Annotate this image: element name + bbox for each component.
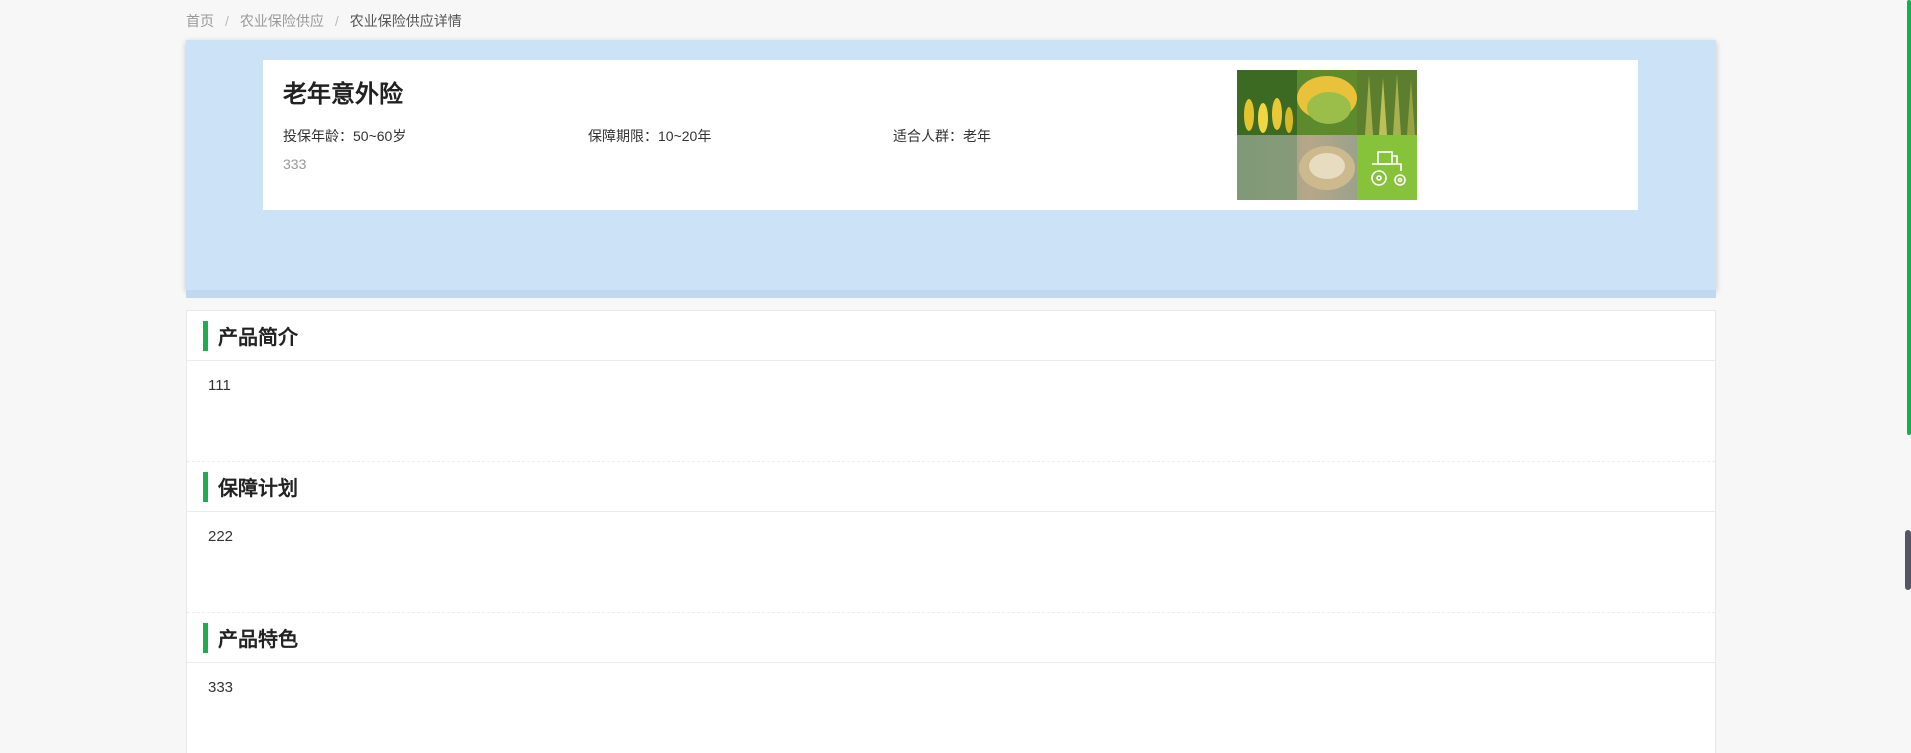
section-title: 保障计划: [218, 478, 298, 500]
breadcrumb-separator: /: [225, 13, 229, 29]
breadcrumb-current: 农业保险供应详情: [349, 13, 462, 29]
section-content: 333: [208, 679, 234, 696]
section-header: 产品简介: [187, 311, 1715, 361]
target-audience: 适合人群：老年: [893, 126, 991, 146]
product-details: 产品简介 111 保障计划 222 产品特色 333: [186, 310, 1716, 753]
product-note: 333: [283, 156, 307, 172]
breadcrumb-agri-insurance[interactable]: 农业保险供应: [240, 11, 324, 31]
coverage-term-value: 10~20年: [658, 128, 712, 144]
product-title: 老年意外险: [283, 81, 403, 108]
target-audience-label: 适合人群：: [893, 128, 963, 144]
product-summary-card: 老年意外险 投保年龄：50~60岁 保障期限：10~20年 适合人群：老年 33…: [263, 60, 1638, 210]
section-content: 111: [208, 377, 231, 394]
breadcrumb: 首页 / 农业保险供应 / 农业保险供应详情: [186, 11, 462, 31]
coverage-term: 保障期限：10~20年: [588, 126, 711, 146]
product-image: [1237, 70, 1417, 200]
scrollbar-thumb[interactable]: [1905, 530, 1911, 590]
breadcrumb-separator: /: [334, 13, 339, 29]
section-title: 产品特色: [218, 629, 298, 651]
breadcrumb-home[interactable]: 首页: [186, 11, 214, 31]
section-content: 222: [208, 528, 234, 545]
target-audience-value: 老年: [963, 128, 991, 144]
coverage-term-label: 保障期限：: [588, 128, 658, 144]
section-accent-bar: [203, 471, 208, 502]
section-header: 保障计划: [187, 462, 1715, 512]
section-header: 产品特色: [187, 613, 1715, 663]
insured-age-value: 50~60岁: [353, 128, 407, 144]
section-title: 产品简介: [218, 327, 298, 349]
section-accent-bar: [203, 622, 208, 653]
section-accent-bar: [203, 320, 208, 351]
hero-divider: [186, 290, 1716, 298]
section-features: 产品特色 333: [187, 613, 1715, 753]
section-intro: 产品简介 111: [187, 311, 1715, 462]
insured-age-label: 投保年龄：: [283, 128, 353, 144]
insured-age: 投保年龄：50~60岁: [283, 126, 406, 146]
page: 首页 / 农业保险供应 / 农业保险供应详情 老年意外险 投保年龄：50~60岁…: [0, 0, 1911, 753]
section-coverage-plan: 保障计划 222: [187, 462, 1715, 613]
side-accent-rail: [1907, 0, 1911, 435]
product-hero: 老年意外险 投保年龄：50~60岁 保障期限：10~20年 适合人群：老年 33…: [186, 40, 1716, 290]
